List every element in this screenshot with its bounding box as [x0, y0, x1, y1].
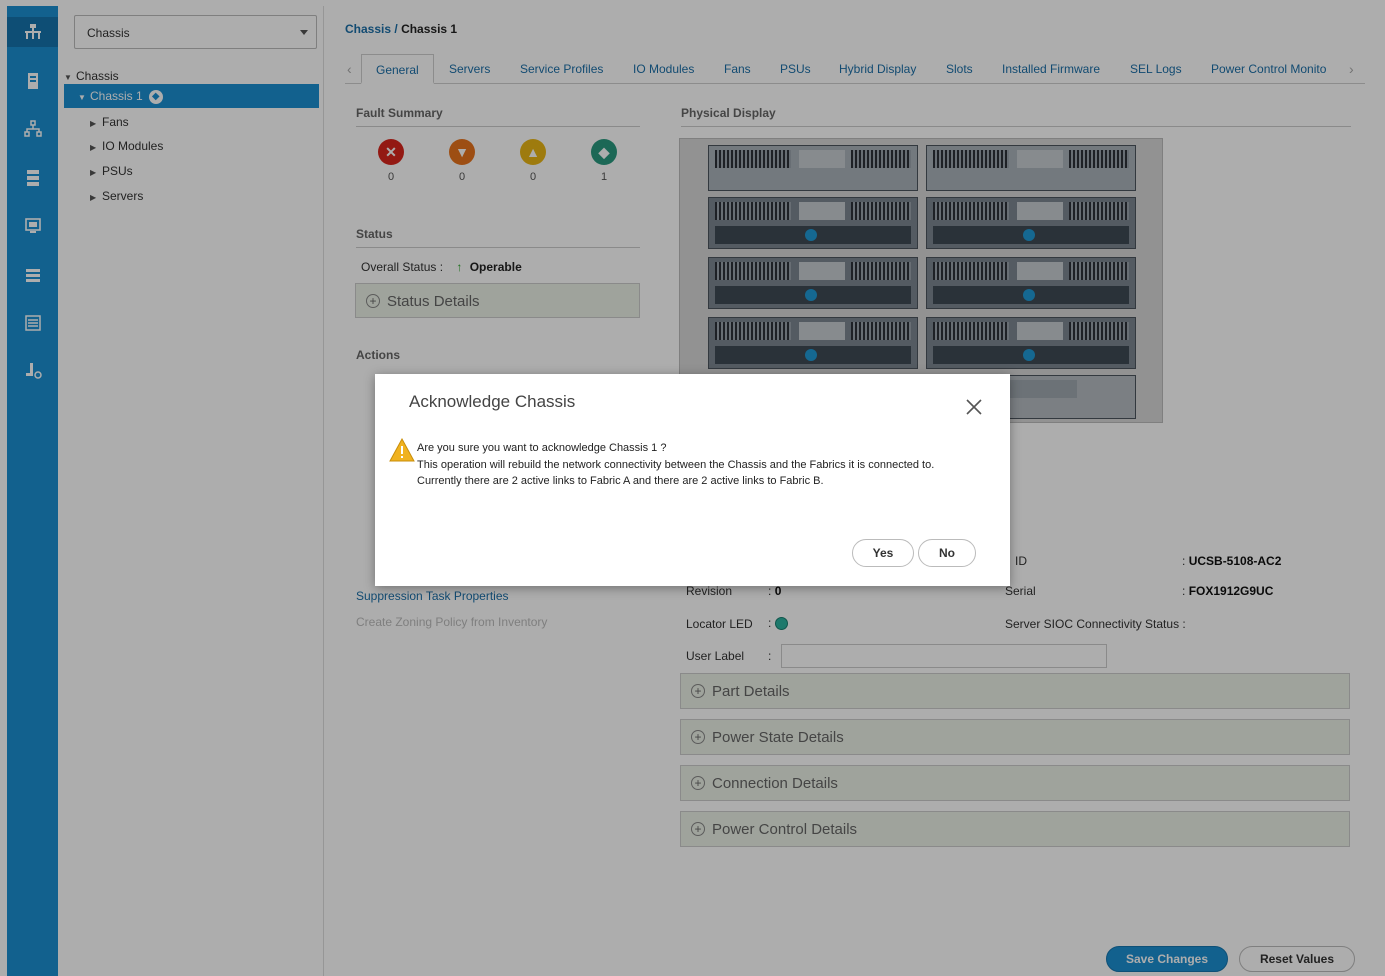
warning-icon — [389, 438, 415, 462]
no-button[interactable]: No — [918, 539, 976, 567]
close-icon[interactable] — [965, 398, 983, 416]
acknowledge-chassis-dialog: Acknowledge Chassis Are you sure you wan… — [375, 374, 1010, 586]
dialog-message-line-1: Are you sure you want to acknowledge Cha… — [417, 442, 667, 454]
dialog-message: Are you sure you want to acknowledge Cha… — [417, 440, 987, 490]
dialog-title: Acknowledge Chassis — [409, 392, 576, 411]
dialog-message-line-3: Currently there are 2 active links to Fa… — [417, 475, 824, 487]
dialog-message-line-2: This operation will rebuild the network … — [417, 458, 935, 471]
yes-button[interactable]: Yes — [852, 539, 914, 567]
